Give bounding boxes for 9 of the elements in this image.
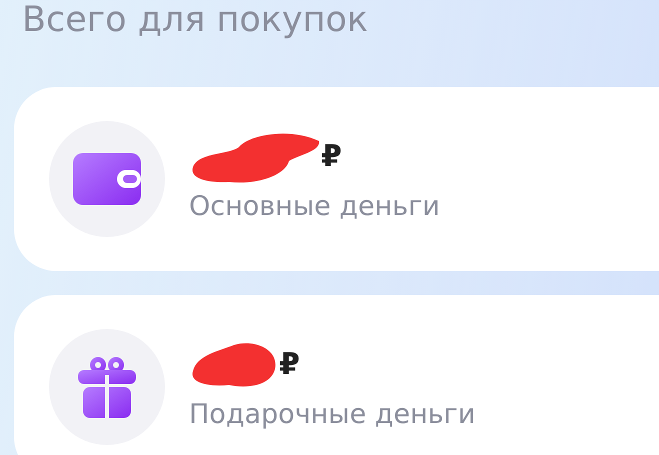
account-label: Подарочные деньги — [189, 398, 476, 430]
balance-card[interactable]: ₽ Основные деньги — [14, 87, 659, 272]
section-title: Всего для покупок — [22, 0, 370, 40]
amount: ₽ — [321, 139, 342, 174]
balance-card[interactable]: ₽ Подарочные деньги — [14, 295, 659, 455]
gift-icon — [78, 356, 136, 418]
wallet-icon — [73, 153, 141, 206]
amount: ₽ — [279, 347, 300, 382]
account-label: Основные деньги — [189, 190, 440, 222]
